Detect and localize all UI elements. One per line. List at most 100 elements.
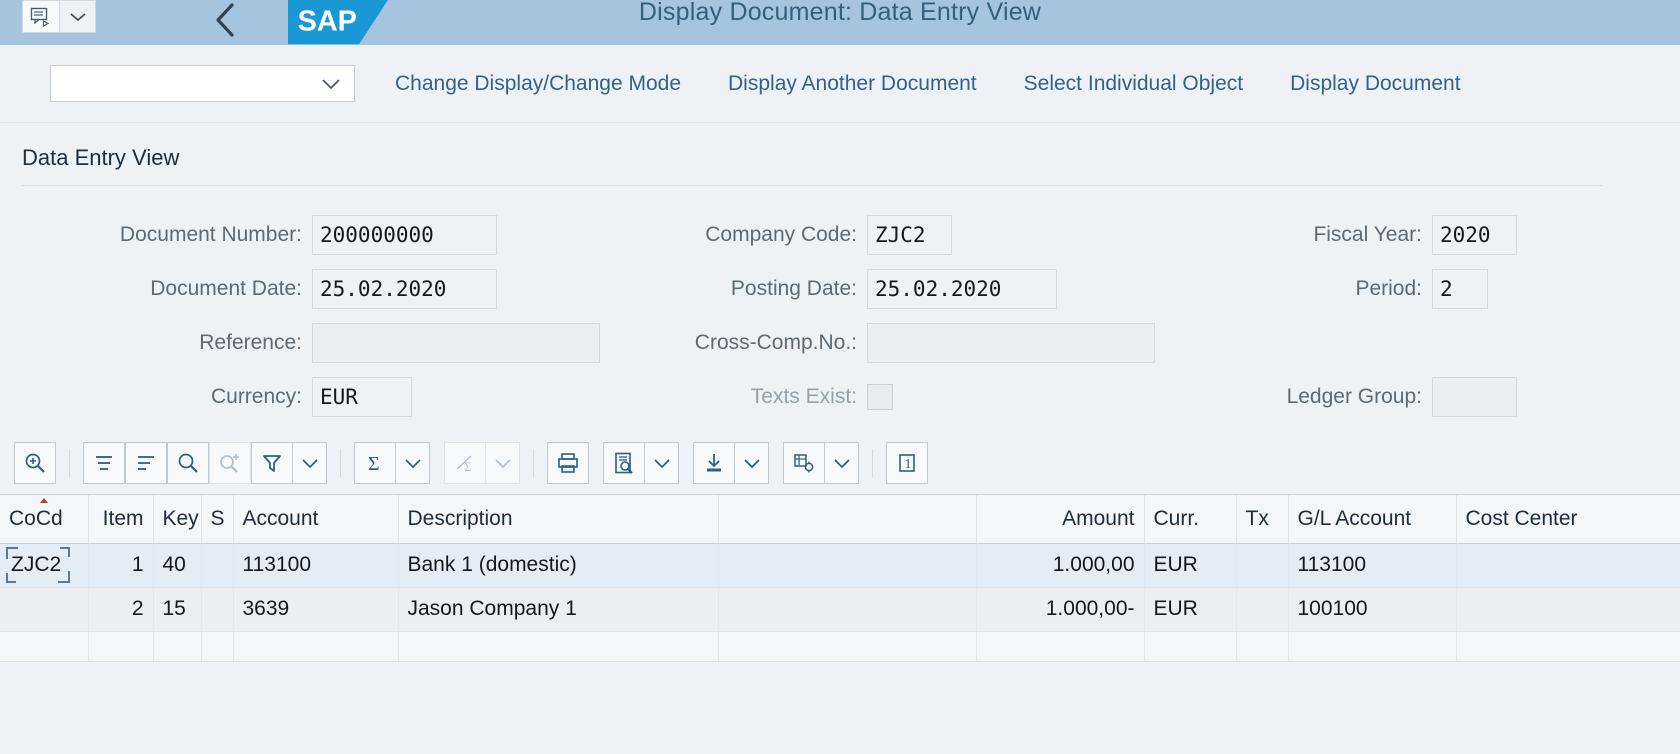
form-row: Reference: Cross-Comp.No.: <box>22 316 1658 370</box>
settings-grid-icon[interactable] <box>783 442 825 484</box>
cell-empty <box>233 631 399 662</box>
view-layout-caret-icon[interactable] <box>645 442 679 484</box>
filter-icon[interactable] <box>251 442 293 484</box>
export-icon[interactable] <box>693 442 735 484</box>
select-individual-object-link[interactable]: Select Individual Object <box>1024 72 1243 96</box>
cell-description[interactable]: Bank 1 (domestic) <box>398 543 719 588</box>
find-next-icon <box>209 442 251 484</box>
col-header-account[interactable]: Account <box>233 495 399 544</box>
chevron-down-glyph <box>301 458 318 468</box>
col-header-item[interactable]: Item <box>88 495 154 544</box>
table-row[interactable]: 2 15 3639 Jason Company 1 1.000,00- EUR … <box>0 587 1680 632</box>
document-number-field: Document Number: 200000000 <box>22 215 622 255</box>
texts-exist-field: Texts Exist: <box>622 384 1202 410</box>
document-select-dropdown[interactable] <box>50 65 355 102</box>
cell-tx[interactable] <box>1236 543 1289 588</box>
chevron-down-glyph <box>69 12 86 21</box>
sort-descending-icon[interactable] <box>125 442 167 484</box>
svg-text:SAP: SAP <box>298 6 357 38</box>
filter-caret-icon[interactable] <box>293 442 327 484</box>
reference-label: Reference: <box>199 331 302 354</box>
cell-curr[interactable]: EUR <box>1144 587 1237 632</box>
table-row[interactable]: ZJC2 1 40 113100 Bank 1 (domestic) 1.000… <box>0 543 1680 588</box>
col-header-gl-account[interactable]: G/L Account <box>1288 495 1457 544</box>
cell-curr[interactable]: EUR <box>1144 543 1237 588</box>
cell-s[interactable] <box>201 543 234 588</box>
document-number-input[interactable]: 200000000 <box>312 215 497 255</box>
col-header-cocd[interactable]: CoCd <box>0 495 89 544</box>
cross-company-number-input[interactable] <box>867 323 1155 363</box>
back-chevron-icon[interactable] <box>206 0 246 40</box>
info-box-glyph: 1 <box>899 454 915 472</box>
subtotal-icon: Σ <box>444 442 486 484</box>
cell-s[interactable] <box>201 587 234 632</box>
document-header-form: Document Number: 200000000 Company Code:… <box>22 186 1658 424</box>
col-header-cost-center[interactable]: Cost Center <box>1456 495 1680 544</box>
cell-description[interactable]: Jason Company 1 <box>398 587 719 632</box>
find-icon[interactable] <box>167 442 209 484</box>
sap-logo-glyph: SAP <box>288 0 388 45</box>
cell-cocd-value: ZJC2 <box>11 553 62 576</box>
cell-blank[interactable] <box>718 543 977 588</box>
col-header-key[interactable]: Key <box>153 495 202 544</box>
print-icon[interactable] <box>547 442 589 484</box>
fiscal-year-input[interactable]: 2020 <box>1432 215 1517 255</box>
col-header-description[interactable]: Description <box>398 495 719 544</box>
find-detail-icon[interactable] <box>14 442 56 484</box>
currency-label: Currency: <box>210 385 302 408</box>
cell-gl-account[interactable]: 100100 <box>1288 587 1457 632</box>
company-code-input[interactable]: ZJC2 <box>867 215 952 255</box>
ledger-group-input[interactable] <box>1432 377 1517 417</box>
total-icon[interactable]: Σ <box>354 442 396 484</box>
col-header-s[interactable]: S <box>201 495 234 544</box>
export-glyph <box>707 454 721 472</box>
cell-amount[interactable]: 1.000,00- <box>976 587 1145 632</box>
view-layout-icon[interactable] <box>603 442 645 484</box>
document-date-input[interactable]: 25.02.2020 <box>312 269 497 309</box>
cell-empty <box>1288 631 1457 662</box>
col-header-tx[interactable]: Tx <box>1236 495 1289 544</box>
cell-blank[interactable] <box>718 587 977 632</box>
cell-account[interactable]: 3639 <box>233 587 399 632</box>
cell-account[interactable]: 113100 <box>233 543 399 588</box>
total-caret-icon[interactable] <box>396 442 430 484</box>
col-header-curr[interactable]: Curr. <box>1144 495 1237 544</box>
chevron-down-glyph <box>494 458 511 468</box>
cell-cost-center[interactable] <box>1456 587 1680 632</box>
display-document-link[interactable]: Display Document <box>1290 72 1460 96</box>
chevron-down-glyph <box>404 458 421 468</box>
reference-input[interactable] <box>312 323 600 363</box>
col-header-amount[interactable]: Amount <box>976 495 1145 544</box>
cell-cocd[interactable] <box>0 587 89 632</box>
search-plus-glyph <box>25 453 45 473</box>
sort-ascending-icon[interactable] <box>83 442 125 484</box>
sort-desc-glyph <box>138 456 154 470</box>
cell-key[interactable]: 40 <box>153 543 202 588</box>
sort-ascending-marker-icon <box>39 498 48 503</box>
display-another-document-link[interactable]: Display Another Document <box>728 72 977 96</box>
posting-date-input[interactable]: 25.02.2020 <box>867 269 1057 309</box>
cell-tx[interactable] <box>1236 587 1289 632</box>
chevron-down-icon[interactable] <box>59 1 95 32</box>
ledger-group-field: Ledger Group: <box>1202 377 1658 417</box>
cell-item[interactable]: 2 <box>88 587 154 632</box>
cell-key[interactable]: 15 <box>153 587 202 632</box>
chevron-down-glyph <box>653 458 670 468</box>
texts-exist-checkbox[interactable] <box>867 384 893 410</box>
info-icon[interactable]: 1 <box>886 442 928 484</box>
svg-text:Σ: Σ <box>464 459 472 474</box>
cell-item[interactable]: 1 <box>88 543 154 588</box>
currency-input[interactable]: EUR <box>312 377 412 417</box>
cell-gl-account[interactable]: 113100 <box>1288 543 1457 588</box>
panel-title: Data Entry View <box>22 145 180 170</box>
cell-cocd[interactable]: ZJC2 <box>0 543 89 588</box>
export-caret-icon[interactable] <box>735 442 769 484</box>
period-input[interactable]: 2 <box>1432 269 1488 309</box>
change-display-mode-link[interactable]: Change Display/Change Mode <box>395 72 681 96</box>
cell-cost-center[interactable] <box>1456 543 1680 588</box>
settings-grid-caret-icon[interactable] <box>825 442 859 484</box>
cell-amount[interactable]: 1.000,00 <box>976 543 1145 588</box>
toolbar-separator <box>69 449 70 477</box>
col-header-blank[interactable] <box>718 495 977 544</box>
message-popup-icon[interactable] <box>23 1 59 32</box>
